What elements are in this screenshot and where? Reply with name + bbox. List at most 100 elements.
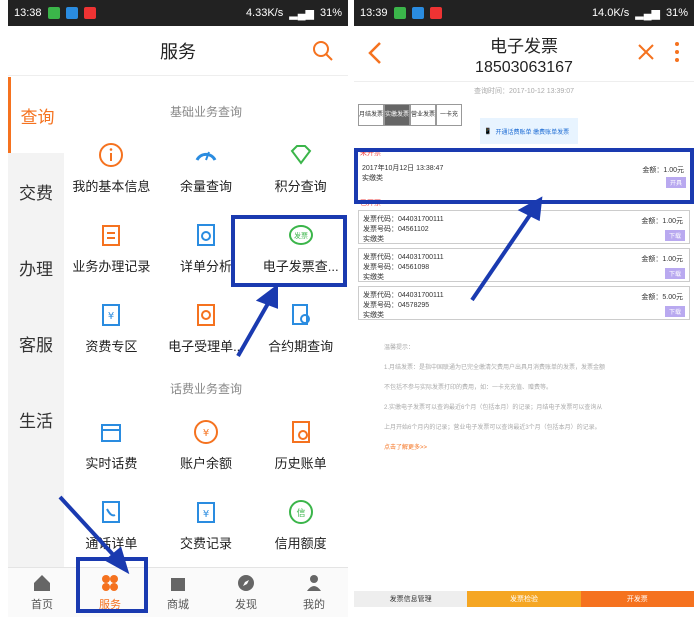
search-icon[interactable] <box>312 40 334 62</box>
invoice-type: 实缴类 <box>363 274 384 281</box>
tips-title: 温馨提示： <box>384 345 415 351</box>
nav-service[interactable]: 客服 <box>8 305 64 381</box>
user-icon <box>307 575 321 591</box>
back-icon[interactable] <box>366 40 384 66</box>
service-business-record[interactable]: 业务办理记录 <box>64 208 159 288</box>
document-chart-icon <box>196 223 215 246</box>
service-balance-query[interactable]: 余量查询 <box>159 128 254 208</box>
invoice-number: 发票号码：04578295 <box>363 302 430 309</box>
clipboard-icon <box>102 224 121 246</box>
service-label: 积分查询 <box>274 178 327 194</box>
tips-line: 上月开始6个月内的记录；营业电子发票可以查询最近3个月（包括本月）的记录。 <box>384 425 601 431</box>
tab-home[interactable]: 首页 <box>8 568 76 617</box>
nav-payment[interactable]: 交费 <box>8 153 64 229</box>
service-history-bill[interactable]: 历史账单 <box>253 405 348 485</box>
app-icon <box>83 7 96 19</box>
category-nav: 查询 交费 办理 客服 生活 <box>8 77 64 567</box>
service-points-query[interactable]: 积分查询 <box>253 128 348 208</box>
tab-mine[interactable]: 我的 <box>280 568 348 617</box>
tab-mall[interactable]: 商城 <box>144 568 212 617</box>
service-label: 信用额度 <box>274 535 327 551</box>
close-icon[interactable] <box>636 42 656 62</box>
status-bar: 13:39 14.0K/s ▂▄▆ 31% <box>354 0 694 26</box>
highlight-box-service-tab <box>76 557 148 613</box>
tab-label: 商城 <box>167 599 189 611</box>
invoice-code: 发票代码：044031700111 <box>363 254 444 261</box>
phone-icon: 📱 <box>484 128 492 135</box>
service-contract-query[interactable]: 合约期查询 <box>253 288 348 368</box>
tab-discover[interactable]: 发现 <box>212 568 280 617</box>
phone-document-icon <box>102 500 121 523</box>
tips-section: 温馨提示： 1.月结发票：是指中国联通为已完全缴清欠费用户出具月消费账单的发票，… <box>384 338 694 458</box>
banner-text: 开通话费账单 缴费账单发票 <box>495 129 570 136</box>
nav-handle[interactable]: 办理 <box>8 229 64 305</box>
invoice-verify-button[interactable]: 发票检验 <box>467 591 581 607</box>
service-basic-info[interactable]: 我的基本信息 <box>64 128 159 208</box>
service-label: 交费记录 <box>179 535 232 551</box>
download-button[interactable]: 下载 <box>664 306 685 317</box>
status-time: 13:39 <box>360 7 388 19</box>
yuan-coin-icon: ¥ <box>193 419 218 444</box>
service-realtime-bill[interactable]: 实时话费 <box>64 405 159 485</box>
invoice-number: 发票号码：04561102 <box>363 226 429 233</box>
tab-monthly-invoice[interactable]: 月结发票 <box>358 104 384 126</box>
info-icon <box>99 142 124 167</box>
query-time: 查询时间：2017-10-12 13:39:07 <box>474 88 574 95</box>
network-speed: 14.0K/s <box>591 7 630 19</box>
tab-card-recharge[interactable]: 一卡充 <box>436 104 462 126</box>
wechat-icon <box>47 7 60 19</box>
shopping-bag-icon <box>171 578 185 591</box>
wechat-icon <box>393 7 406 19</box>
compass-icon <box>238 575 254 591</box>
invoice-code: 发票代码：044031700111 <box>363 292 444 299</box>
download-button[interactable]: 下载 <box>664 230 685 241</box>
download-button[interactable]: 下载 <box>664 268 685 279</box>
signal-icon: ▂▄▆ <box>289 7 314 20</box>
service-label: 余量查询 <box>179 178 232 194</box>
bottom-tab-bar: 首页 服务 商城 发现 我的 <box>8 567 348 617</box>
status-time: 13:38 <box>14 7 42 19</box>
highlight-box-unissued <box>354 148 694 204</box>
app-icon <box>429 7 442 19</box>
status-bar: 13:38 4.33K/s ▂▄▆ 31% <box>8 0 348 26</box>
service-label: 详单分析 <box>179 258 232 274</box>
service-e-acceptance[interactable]: 电子受理单... <box>159 288 254 368</box>
svg-text:¥: ¥ <box>108 311 114 322</box>
service-payment-record[interactable]: ¥ 交费记录 <box>159 485 254 565</box>
service-credit-limit[interactable]: 信信用额度 <box>253 485 348 565</box>
yuan-document-icon: ¥ <box>102 303 121 326</box>
service-label: 历史账单 <box>274 455 327 471</box>
service-label: 实时话费 <box>85 455 138 471</box>
svg-text:¥: ¥ <box>203 509 209 520</box>
nav-query[interactable]: 查询 <box>8 77 64 153</box>
service-label: 业务办理记录 <box>72 258 151 274</box>
service-call-detail[interactable]: 通话详单 <box>64 485 159 565</box>
issued-invoice-card: 发票代码：044031700111 发票号码：04561098 实缴类 金额：1… <box>358 248 690 282</box>
svg-text:¥: ¥ <box>203 428 209 439</box>
more-icon[interactable] <box>674 40 680 64</box>
issue-invoice-button[interactable]: 开发票 <box>580 591 694 607</box>
section-title-bill: 话费业务查询 <box>169 382 242 396</box>
service-account-balance[interactable]: ¥ 账户余额 <box>159 405 254 485</box>
service-tariff-zone[interactable]: ¥ 资费专区 <box>64 288 159 368</box>
invoice-amount: 金额：1.00元 <box>641 218 683 225</box>
tab-label: 我的 <box>303 599 325 611</box>
tab-business-invoice[interactable]: 营业发票 <box>410 104 436 126</box>
app-icon <box>411 7 424 19</box>
nav-life[interactable]: 生活 <box>8 381 64 457</box>
learn-more-link[interactable]: 点击了解更多>> <box>384 438 694 458</box>
right-screen: 13:39 14.0K/s ▂▄▆ 31% 电子发票 18503063167 查… <box>354 0 694 617</box>
service-label: 我的基本信息 <box>72 178 151 194</box>
invoice-info-button[interactable]: 发票信息管理 <box>354 591 468 607</box>
bill-query-grid: 实时话费 ¥ 账户余额 历史账单 通话详单 ¥ 交费记录 信信用额度 <box>64 405 348 565</box>
tab-paid-invoice[interactable]: 实缴发票 <box>384 104 410 126</box>
tips-line: 2.实缴电子发票可以查询最近6个月（包括本月）的记录；月结电子发票可以查询从 <box>384 405 603 411</box>
service-label: 合约期查询 <box>268 338 334 354</box>
gauge-icon <box>195 151 217 161</box>
highlight-box-e-invoice <box>231 215 347 287</box>
invoice-amount: 金额：5.00元 <box>641 294 683 301</box>
promo-banner[interactable]: 📱 开通话费账单 缴费账单发票 <box>480 118 578 144</box>
diamond-icon <box>290 144 311 165</box>
invoice-type: 实缴类 <box>363 236 384 243</box>
svg-text:信: 信 <box>296 507 305 519</box>
